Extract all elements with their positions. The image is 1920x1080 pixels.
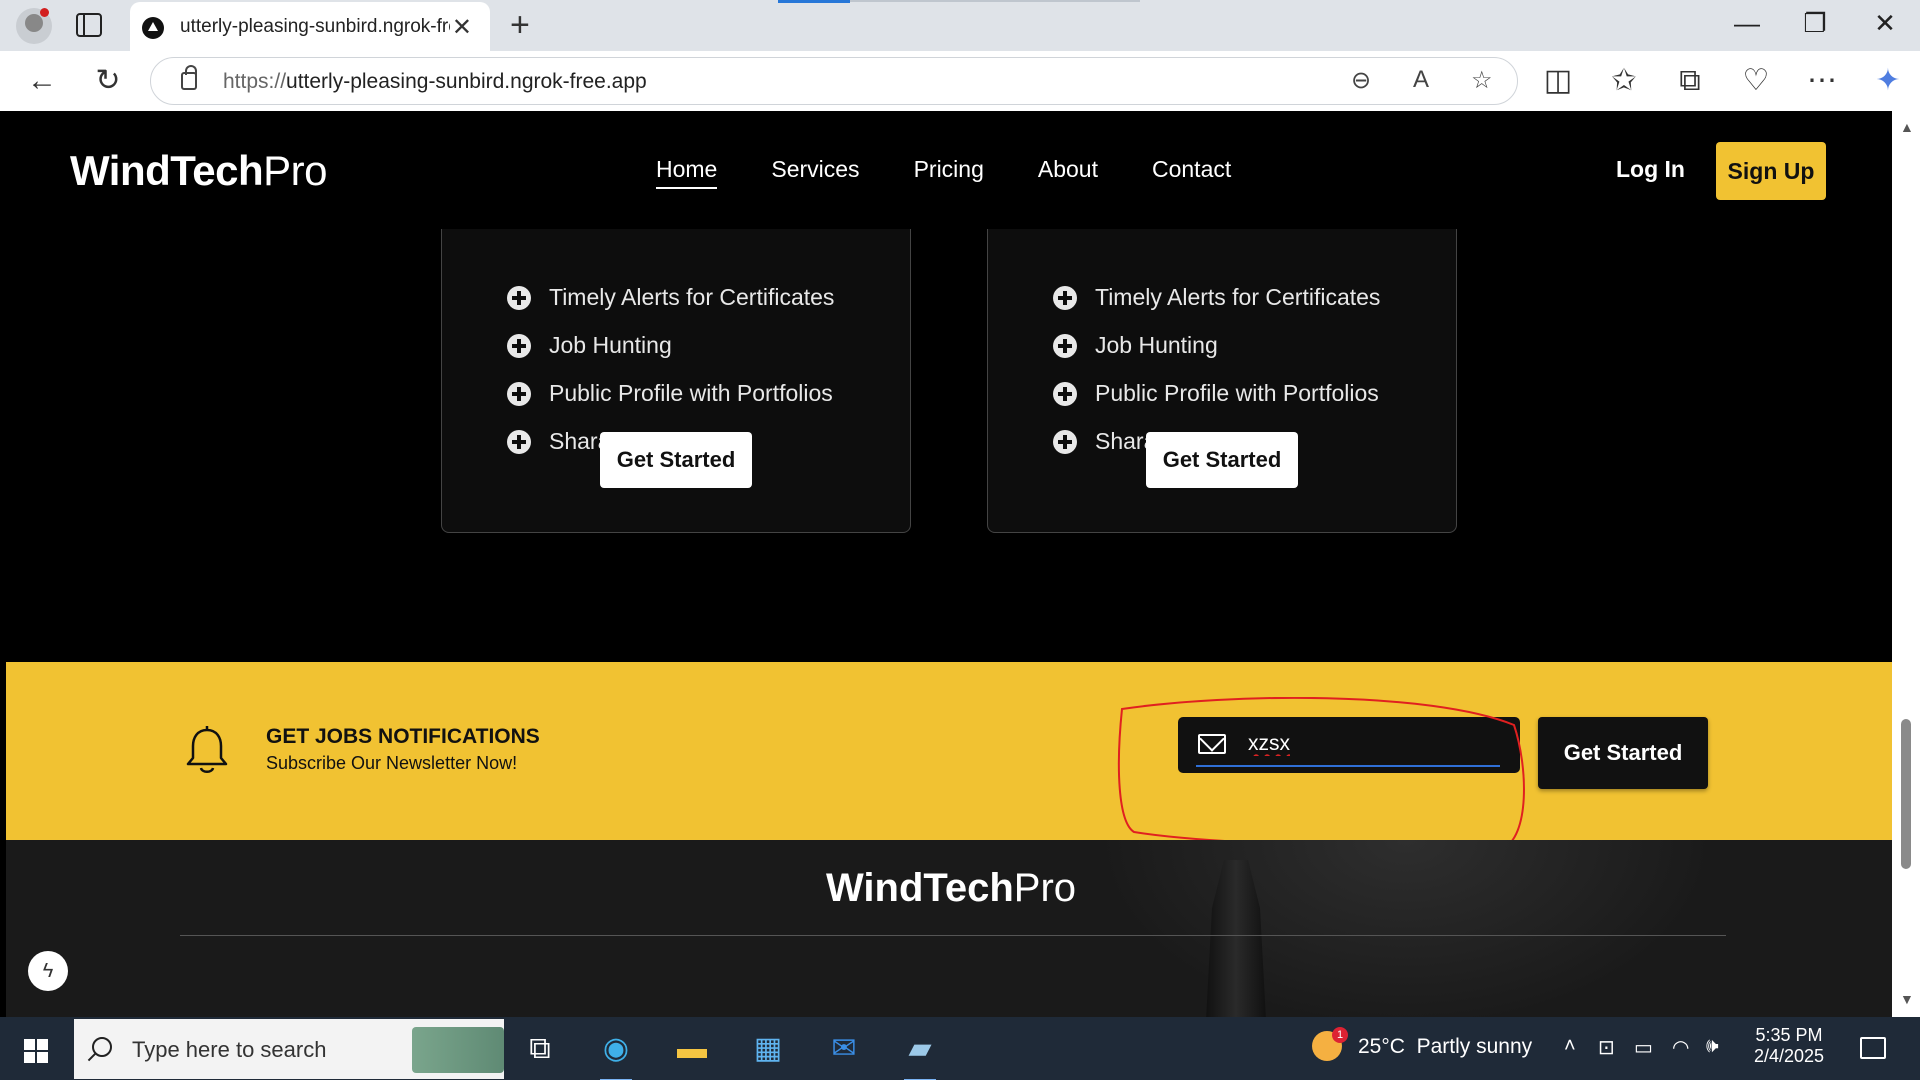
more-options-icon[interactable]: ⋯ [1800, 61, 1844, 101]
file-explorer-icon[interactable]: ▬ [670, 1027, 714, 1071]
scroll-down-arrow-icon[interactable]: ▼ [1900, 991, 1914, 1007]
newsletter-subtitle: Subscribe Our Newsletter Now! [266, 753, 518, 773]
new-tab-button[interactable]: + [510, 6, 530, 45]
main-nav: Home Services Pricing About Contact [656, 156, 1231, 189]
system-clock[interactable]: 5:35 PM 2/4/2025 [1754, 1025, 1824, 1067]
login-link[interactable]: Log In [1616, 156, 1685, 183]
clock-time: 5:35 PM [1755, 1025, 1823, 1045]
collections-icon[interactable]: ⧉ [1668, 61, 1712, 101]
back-button[interactable]: ← [20, 61, 64, 101]
battery-icon[interactable]: ▭ [1634, 1035, 1653, 1060]
footer-divider [180, 935, 1726, 936]
show-hidden-icons-icon[interactable]: ˄ [1564, 1035, 1576, 1058]
read-aloud-icon[interactable]: A [1413, 66, 1429, 94]
minimize-button[interactable]: — [1722, 8, 1772, 39]
plus-circle-icon [507, 381, 531, 406]
nav-pricing[interactable]: Pricing [914, 156, 984, 189]
profile-notification-dot [40, 8, 49, 17]
feature-item: Timely Alerts for Certificates [507, 284, 834, 311]
signup-button[interactable]: Sign Up [1716, 142, 1826, 200]
plan-get-started-button[interactable]: Get Started [600, 432, 752, 488]
browser-tab[interactable]: utterly-pleasing-sunbird.ngrok-free.app … [130, 2, 490, 51]
mail-app-icon[interactable]: ✉ [822, 1027, 866, 1071]
bell-icon [186, 726, 228, 773]
feature-item: Job Hunting [507, 332, 672, 359]
meet-now-icon[interactable]: ⊡ [1598, 1035, 1615, 1060]
page-viewport: Timely Alerts for Certificates Job Hunti… [6, 111, 1892, 1017]
lock-icon[interactable] [181, 65, 197, 90]
plus-circle-icon [1053, 285, 1077, 310]
taskbar-search[interactable]: Type here to search [74, 1019, 504, 1079]
newsletter-get-started-button[interactable]: Get Started [1538, 717, 1708, 789]
favorite-star-icon[interactable]: ☆ [1471, 66, 1493, 95]
weather-badge: 1 [1332, 1027, 1348, 1043]
lightning-icon[interactable]: ϟ [28, 951, 68, 991]
refresh-button[interactable]: ↻ [86, 61, 130, 101]
split-screen-icon[interactable]: ◫ [1536, 61, 1580, 101]
loading-indicator [778, 0, 850, 3]
close-tab-icon[interactable]: ✕ [452, 13, 472, 42]
feature-item: Timely Alerts for Certificates [1053, 284, 1380, 311]
scroll-up-arrow-icon[interactable]: ▲ [1900, 119, 1914, 135]
feature-item: Public Profile with Portfolios [507, 380, 833, 407]
plus-circle-icon [507, 285, 531, 310]
site-header: WindTechPro Home Services Pricing About … [6, 111, 1892, 229]
site-footer: WindTechPro [6, 840, 1892, 1017]
page-scrollbar[interactable]: ▲ ▼ [1892, 111, 1920, 1017]
browser-tab-bar: utterly-pleasing-sunbird.ngrok-free.app … [0, 0, 1920, 51]
favorites-icon[interactable]: ✩ [1602, 61, 1646, 101]
nav-about[interactable]: About [1038, 156, 1098, 189]
footer-background-image [1096, 840, 1716, 1017]
nav-home[interactable]: Home [656, 156, 718, 189]
loading-track [850, 0, 1140, 2]
nav-services[interactable]: Services [771, 156, 859, 189]
plus-circle-icon [507, 429, 531, 454]
tab-actions-icon[interactable] [76, 13, 102, 37]
search-highlight-image [412, 1027, 504, 1073]
feature-item: Job Hunting [1053, 332, 1218, 359]
volume-icon[interactable]: 🕪 [1706, 1035, 1719, 1058]
browser-toolbar: ← ↻ https://utterly-pleasing-sunbird.ngr… [0, 51, 1920, 111]
feature-item: Public Profile with Portfolios [1053, 380, 1379, 407]
newsletter-title: GET JOBS NOTIFICATIONS [266, 725, 540, 748]
plan-get-started-button[interactable]: Get Started [1146, 432, 1298, 488]
edge-browser-icon[interactable]: ◉ [594, 1027, 638, 1080]
notification-center-icon[interactable] [1860, 1037, 1886, 1059]
nav-contact[interactable]: Contact [1152, 156, 1231, 189]
wifi-icon[interactable]: ◠ [1672, 1035, 1689, 1060]
weather-text[interactable]: 25°C Partly sunny [1358, 1035, 1532, 1059]
red-annotation-circle [1117, 697, 1525, 851]
newsletter-section: GET JOBS NOTIFICATIONS Subscribe Our New… [6, 662, 1892, 851]
notepad-app-icon[interactable]: ▰ [898, 1027, 942, 1080]
tab-title: utterly-pleasing-sunbird.ngrok-free.app [180, 16, 450, 37]
plus-circle-icon [1053, 333, 1077, 358]
address-bar[interactable]: https://utterly-pleasing-sunbird.ngrok-f… [150, 57, 1518, 105]
task-view-icon[interactable]: ⧉ [518, 1027, 562, 1071]
clock-date: 2/4/2025 [1754, 1046, 1825, 1066]
plus-circle-icon [507, 333, 531, 358]
search-placeholder: Type here to search [132, 1037, 327, 1062]
zoom-icon[interactable]: ⊖ [1351, 66, 1371, 95]
scrollbar-thumb[interactable] [1901, 719, 1911, 869]
search-icon [92, 1037, 112, 1057]
microsoft-store-icon[interactable]: ▦ [746, 1027, 790, 1071]
copilot-icon[interactable]: ✦ [1866, 61, 1910, 101]
site-favicon-icon [142, 17, 164, 39]
url-text[interactable]: https://utterly-pleasing-sunbird.ngrok-f… [223, 70, 647, 94]
footer-logo[interactable]: WindTechPro [826, 866, 1076, 911]
plus-circle-icon [1053, 381, 1077, 406]
close-window-button[interactable]: ✕ [1860, 8, 1910, 39]
site-logo[interactable]: WindTechPro [70, 147, 328, 195]
browser-essentials-icon[interactable]: ♡ [1734, 61, 1778, 101]
windows-taskbar: Type here to search ⧉ ◉ ▬ ▦ ✉ ▰ 1 25°C P… [0, 1017, 1920, 1080]
windows-start-icon[interactable] [24, 1039, 48, 1063]
restore-button[interactable]: ❐ [1790, 8, 1840, 39]
plus-circle-icon [1053, 429, 1077, 454]
